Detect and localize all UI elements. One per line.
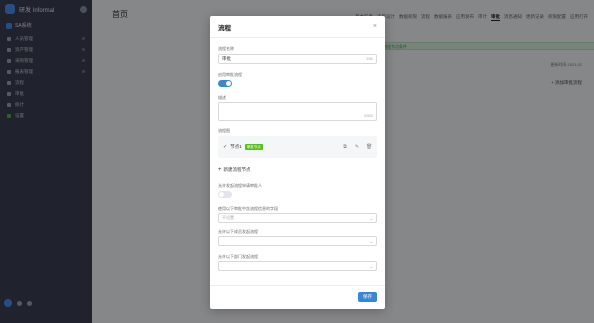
allow-label: 允许发起流程申请审批人 bbox=[218, 183, 262, 188]
name-input[interactable]: 审批 2/50 bbox=[218, 54, 377, 64]
add-node-button[interactable]: + 新建流程节点 bbox=[218, 167, 251, 173]
modal-title: 流程 bbox=[218, 24, 231, 32]
enable-label: 启用审批流程 bbox=[218, 72, 242, 77]
chevron-down-icon: ⌄ bbox=[369, 263, 373, 269]
rule1-label: 使用以下审批中含流程信息的字段 bbox=[218, 206, 278, 211]
check-icon: ✓ bbox=[223, 144, 228, 150]
plus-icon: + bbox=[218, 167, 222, 173]
toggle-knob bbox=[226, 81, 231, 86]
close-icon[interactable]: × bbox=[373, 23, 377, 30]
description-counter: 0/500 bbox=[364, 114, 373, 118]
node-tag: 审批节点 bbox=[244, 144, 263, 150]
rule1-placeholder: 不设置 bbox=[222, 215, 234, 220]
add-node-label: 新建流程节点 bbox=[223, 167, 251, 172]
toggle-knob bbox=[219, 192, 224, 197]
chevron-down-icon: ⌄ bbox=[369, 238, 373, 244]
enable-toggle[interactable] bbox=[218, 80, 232, 87]
rule2-select[interactable]: ⌄ bbox=[218, 236, 377, 246]
modal-footer: 保存 bbox=[210, 285, 385, 309]
description-label: 描述 bbox=[218, 95, 226, 100]
rule2-label: 允许以下成员发起流程 bbox=[218, 229, 258, 234]
process-modal: 流程 × 流程名称 审批 2/50 启用审批流程 描述 0/500 流程图 ✓ … bbox=[210, 16, 385, 309]
name-value: 审批 bbox=[222, 56, 231, 61]
node-actions: ⧉ ✎ 🗑 bbox=[342, 144, 372, 150]
node-name: 节点1 bbox=[230, 144, 242, 149]
save-button[interactable]: 保存 bbox=[358, 292, 377, 302]
rule3-select[interactable]: ⌄ bbox=[218, 261, 377, 271]
copy-icon[interactable]: ⧉ bbox=[342, 144, 348, 150]
rule1-select[interactable]: 不设置 ⌄ bbox=[218, 213, 377, 223]
chevron-down-icon: ⌄ bbox=[369, 215, 373, 221]
name-counter: 2/50 bbox=[366, 57, 373, 61]
nodes-label: 流程图 bbox=[218, 128, 230, 133]
description-textarea[interactable]: 0/500 bbox=[218, 102, 377, 121]
modal-header: 流程 × bbox=[210, 16, 385, 38]
name-label: 流程名称 bbox=[218, 46, 234, 51]
delete-icon[interactable]: 🗑 bbox=[366, 144, 372, 150]
process-node[interactable]: ✓ 节点1 审批节点 ⧉ ✎ 🗑 bbox=[218, 136, 377, 158]
edit-icon[interactable]: ✎ bbox=[354, 144, 360, 150]
rule3-label: 允许以下部门发起流程 bbox=[218, 254, 258, 259]
allow-toggle[interactable] bbox=[218, 191, 232, 198]
